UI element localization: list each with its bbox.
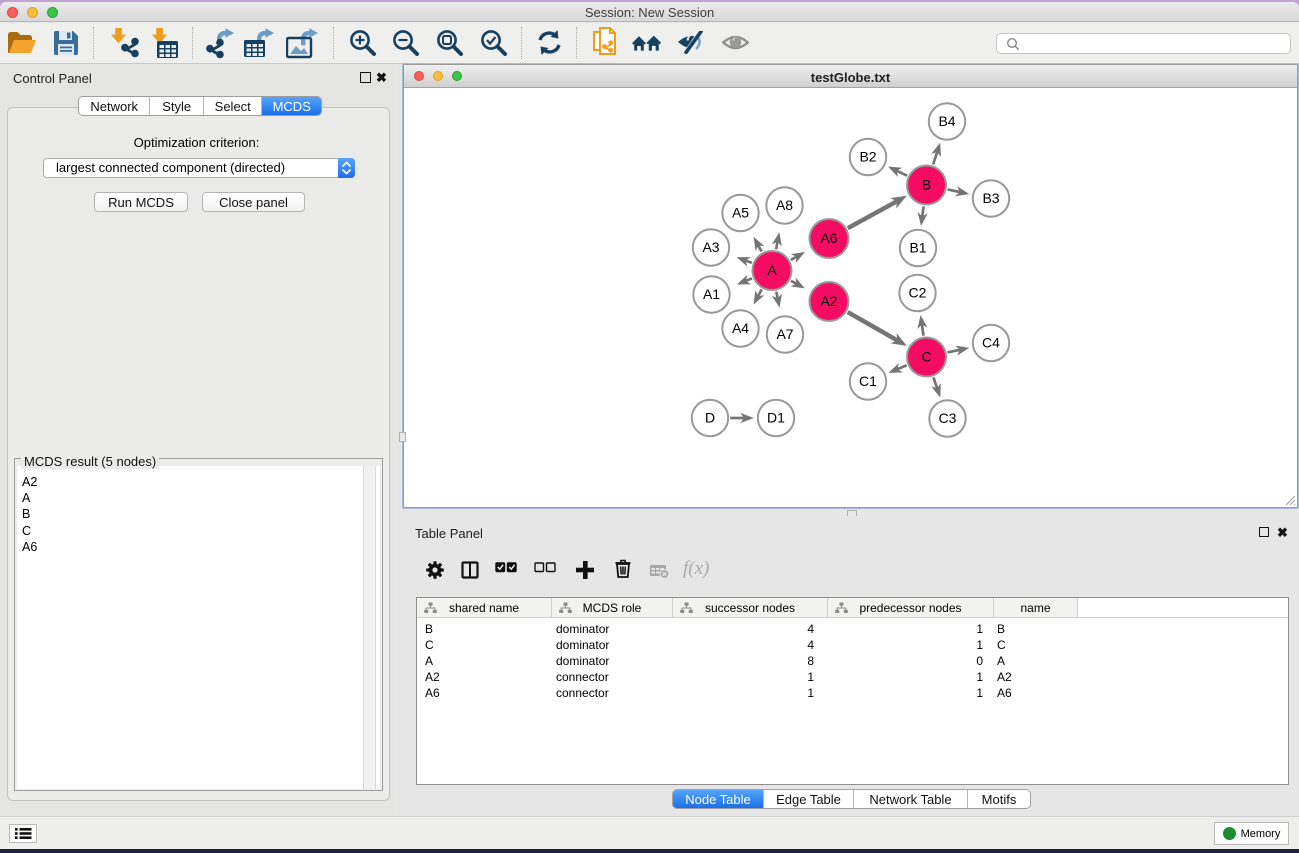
- svg-text:A2: A2: [820, 293, 837, 309]
- svg-text:B4: B4: [938, 113, 955, 129]
- svg-text:A5: A5: [732, 205, 749, 221]
- svg-text:B1: B1: [909, 240, 926, 256]
- svg-text:A3: A3: [702, 239, 719, 255]
- svg-text:D: D: [705, 410, 715, 426]
- svg-text:B2: B2: [859, 149, 876, 165]
- svg-text:A: A: [767, 262, 777, 278]
- svg-text:B: B: [922, 177, 931, 193]
- svg-text:A4: A4: [732, 320, 749, 336]
- svg-text:C1: C1: [859, 373, 877, 389]
- svg-text:A8: A8: [776, 197, 793, 213]
- svg-text:C3: C3: [939, 410, 957, 426]
- svg-text:C4: C4: [982, 335, 1000, 351]
- svg-text:A6: A6: [820, 230, 837, 246]
- svg-text:C: C: [921, 349, 931, 365]
- svg-text:A1: A1: [703, 286, 720, 302]
- svg-text:B3: B3: [982, 190, 999, 206]
- svg-text:C2: C2: [909, 285, 927, 301]
- svg-text:D1: D1: [767, 410, 785, 426]
- svg-text:A7: A7: [776, 326, 793, 342]
